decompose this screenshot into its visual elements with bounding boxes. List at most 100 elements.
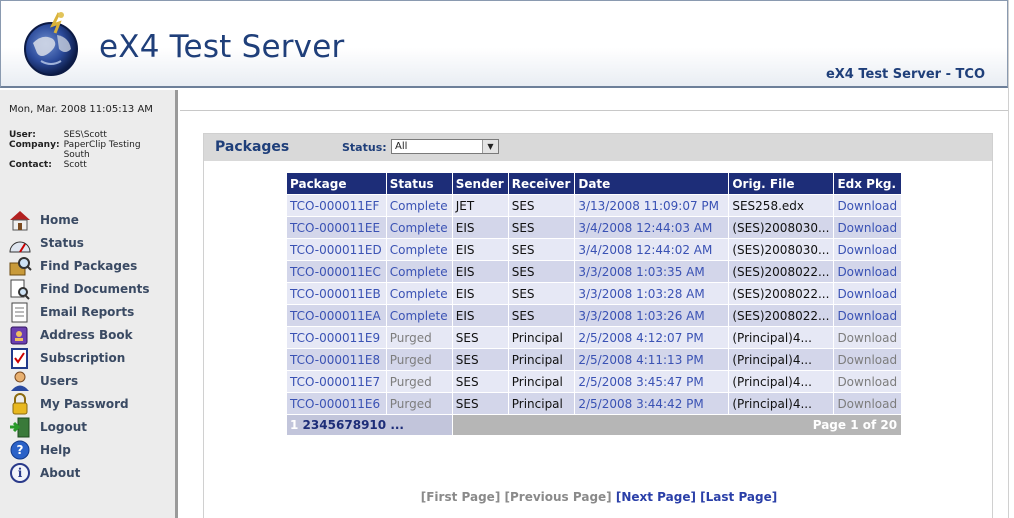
sender-cell: EIS: [452, 217, 508, 238]
about-icon: i: [8, 462, 32, 484]
email-reports-icon: [8, 301, 32, 323]
globe-logo-icon: [19, 9, 83, 79]
package-link[interactable]: TCO-000011E8: [287, 349, 386, 370]
sidebar-item-find-packages[interactable]: Find Packages: [8, 254, 150, 277]
server-label: eX4 Test Server - TCO: [825, 67, 985, 82]
svg-text:i: i: [18, 466, 23, 480]
app-title: eX4 Test Server: [99, 29, 345, 65]
orig-file-cell: (Principal)4...: [729, 349, 834, 370]
page-link-more[interactable]: ...: [390, 418, 404, 432]
package-link[interactable]: TCO-000011EA: [287, 305, 386, 326]
table-row: TCO-000011EE Complete EIS SES 3/4/2008 1…: [287, 217, 902, 238]
sidebar-item-label: Home: [40, 212, 79, 227]
page-link[interactable]: 5: [328, 418, 336, 432]
sidebar-item-my-password[interactable]: My Password: [8, 392, 150, 415]
page-link[interactable]: 3: [311, 418, 319, 432]
column-header-status[interactable]: Status: [386, 173, 452, 194]
package-link[interactable]: TCO-000011E7: [287, 371, 386, 392]
table-row: TCO-000011EF Complete JET SES 3/13/2008 …: [287, 195, 902, 216]
page-link[interactable]: 2: [303, 418, 311, 432]
page-link[interactable]: 7: [344, 418, 352, 432]
status-filter-label: Status:: [342, 141, 387, 154]
sidebar-item-users[interactable]: Users: [8, 369, 150, 392]
column-header-sender[interactable]: Sender: [452, 173, 508, 194]
sidebar-nav: Home Status Find Packages Find Documents…: [8, 208, 150, 484]
column-header-receiver[interactable]: Receiver: [508, 173, 575, 194]
sidebar-item-status[interactable]: Status: [8, 231, 150, 254]
column-header-package[interactable]: Package: [287, 173, 386, 194]
download-link[interactable]: Download: [834, 283, 902, 304]
sidebar-item-label: My Password: [40, 396, 129, 411]
app-header: eX4 Test Server eX4 Test Server - TCO: [0, 0, 1008, 88]
orig-file-cell: SES258.edx: [729, 195, 834, 216]
status-cell[interactable]: Complete: [386, 239, 452, 260]
receiver-cell: Principal: [508, 393, 575, 414]
download-link[interactable]: Download: [834, 217, 902, 238]
status-cell[interactable]: Complete: [386, 195, 452, 216]
first-page-link: [First Page]: [420, 490, 501, 504]
chevron-down-icon[interactable]: ▼: [482, 140, 498, 153]
sender-cell: EIS: [452, 305, 508, 326]
download-link[interactable]: Download: [834, 239, 902, 260]
sidebar-item-logout[interactable]: Logout: [8, 415, 150, 438]
table-row: TCO-000011E9 Purged SES Principal 2/5/20…: [287, 327, 902, 348]
status-gauge-icon: [8, 232, 32, 254]
company-key: Company:: [9, 140, 60, 150]
sidebar-item-home[interactable]: Home: [8, 208, 150, 231]
status-cell[interactable]: Complete: [386, 217, 452, 238]
table-row: TCO-000011EB Complete EIS SES 3/3/2008 1…: [287, 283, 902, 304]
column-header-date[interactable]: Date: [575, 173, 729, 194]
package-link[interactable]: TCO-000011EF: [287, 195, 386, 216]
sidebar-item-about[interactable]: i About: [8, 461, 150, 484]
contact-key: Contact:: [9, 160, 52, 170]
next-page-link[interactable]: [Next Page]: [616, 490, 696, 504]
sidebar-item-label: Status: [40, 235, 84, 250]
package-link[interactable]: TCO-000011EE: [287, 217, 386, 238]
panel-title: Packages: [215, 139, 290, 155]
sidebar-item-help[interactable]: ? Help: [8, 438, 150, 461]
sidebar-item-address-book[interactable]: Address Book: [8, 323, 150, 346]
sender-cell: SES: [452, 349, 508, 370]
date-cell: 2/5/2008 3:45:47 PM: [575, 371, 729, 392]
package-link[interactable]: TCO-000011EB: [287, 283, 386, 304]
table-row: TCO-000011E6 Purged SES Principal 2/5/20…: [287, 393, 902, 414]
orig-file-cell: (SES)2008022...: [729, 305, 834, 326]
divider: [180, 110, 1008, 111]
package-link[interactable]: TCO-000011EC: [287, 261, 386, 282]
user-key: User:: [9, 130, 36, 140]
status-filter-select[interactable]: All ▼: [391, 139, 499, 154]
page-links: 1 2345678910 ...: [287, 415, 452, 435]
packages-table: Package Status Sender Receiver Date Orig…: [286, 172, 902, 436]
package-link[interactable]: TCO-000011E6: [287, 393, 386, 414]
sidebar-item-subscription[interactable]: Subscription: [8, 346, 150, 369]
last-page-link[interactable]: [Last Page]: [700, 490, 777, 504]
status-filter-value: All: [395, 141, 408, 152]
status-cell[interactable]: Complete: [386, 305, 452, 326]
status-cell[interactable]: Complete: [386, 283, 452, 304]
package-link[interactable]: TCO-000011ED: [287, 239, 386, 260]
download-link[interactable]: Download: [834, 261, 902, 282]
sidebar-item-label: Address Book: [40, 327, 133, 342]
table-row: TCO-000011E8 Purged SES Principal 2/5/20…: [287, 349, 902, 370]
page-link[interactable]: 10: [369, 418, 386, 432]
date-cell: 2/5/2008 4:12:07 PM: [575, 327, 729, 348]
page-link-current: 1: [290, 418, 299, 432]
download-link-disabled: Download: [834, 327, 902, 348]
status-cell[interactable]: Complete: [386, 261, 452, 282]
orig-file-cell: (SES)2008030...: [729, 239, 834, 260]
page-link[interactable]: 4: [319, 418, 327, 432]
sidebar-item-find-documents[interactable]: Find Documents: [8, 277, 150, 300]
package-link[interactable]: TCO-000011E9: [287, 327, 386, 348]
sender-cell: EIS: [452, 261, 508, 282]
column-header-edx-pkg[interactable]: Edx Pkg.: [834, 173, 902, 194]
logout-icon: [8, 416, 32, 438]
date-cell: 2/5/2008 4:11:13 PM: [575, 349, 729, 370]
receiver-cell: SES: [508, 195, 575, 216]
page-link[interactable]: 8: [353, 418, 361, 432]
sidebar-item-email-reports[interactable]: Email Reports: [8, 300, 150, 323]
user-info: User: SES\Scott Company: PaperClip Testi…: [9, 130, 154, 170]
download-link[interactable]: Download: [834, 195, 902, 216]
sidebar: Mon, Mar. 2008 11:05:13 AM User: SES\Sco…: [0, 90, 178, 518]
download-link[interactable]: Download: [834, 305, 902, 326]
column-header-orig-file[interactable]: Orig. File: [729, 173, 834, 194]
